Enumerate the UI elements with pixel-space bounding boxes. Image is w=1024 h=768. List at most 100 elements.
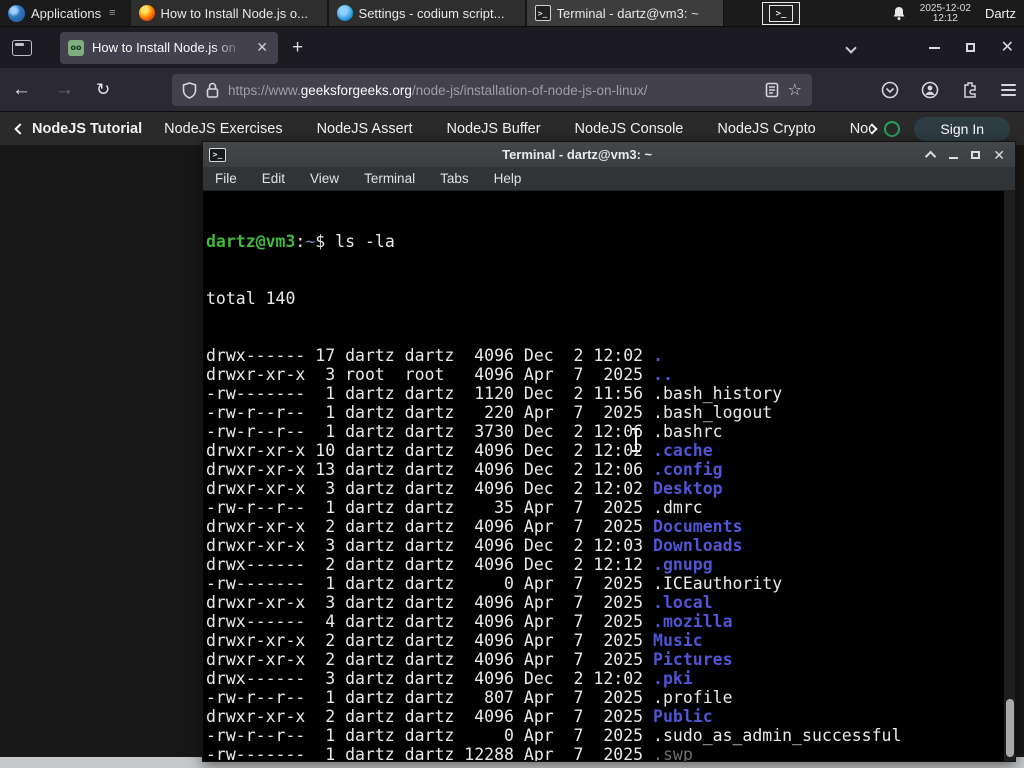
prompt-colon: : <box>295 232 306 251</box>
file-name: .bash_logout <box>653 403 773 422</box>
terminal-line: -rw-r--r-- 1 dartz dartz 220 Apr 7 2025 … <box>206 403 1001 422</box>
file-meta: -rw-r--r-- 1 dartz dartz 0 Apr 7 2025 <box>206 726 654 745</box>
taskbar-window-title: Settings - codium script... <box>358 5 505 21</box>
window-maximize-button[interactable] <box>965 43 975 52</box>
prompt-command: $ ls -la <box>315 232 395 251</box>
taskbar-window-title: Terminal - dartz@vm3: ~ <box>556 5 699 21</box>
terminal-line: drwxr-xr-x 13 dartz dartz 4096 Dec 2 12:… <box>206 460 1001 479</box>
terminal-menu-item[interactable]: Terminal <box>364 171 415 186</box>
extensions-icon[interactable] <box>961 81 979 99</box>
terminal-close-button[interactable]: ✕ <box>993 148 1005 162</box>
menu-hamburger-icon[interactable] <box>1001 84 1016 96</box>
taskbar-window-button[interactable]: How to Install Node.js o... <box>129 0 328 26</box>
shield-icon[interactable] <box>182 81 197 99</box>
reload-icon[interactable]: ↻ <box>86 80 120 100</box>
file-name: Desktop <box>653 479 723 498</box>
total-line: total 140 <box>206 289 296 308</box>
terminal-tray-icon: >_ <box>769 5 793 22</box>
clock-date: 2025-12-02 <box>919 2 971 14</box>
prompt-line: dartz@vm3:~$ ls -la <box>206 232 1001 251</box>
tab-title: How to Install Node.js on <box>92 40 236 55</box>
terminal-menu-item[interactable]: File <box>215 171 237 186</box>
terminal-scrollbar[interactable] <box>1004 191 1015 761</box>
session-user-label[interactable]: Dartz <box>985 6 1016 21</box>
window-minimize-button[interactable] <box>928 46 940 49</box>
gfg-nav-item[interactable]: NodeJS Assert <box>317 121 413 137</box>
terminal-line: drwxr-xr-x 3 dartz dartz 4096 Dec 2 12:0… <box>206 479 1001 498</box>
file-meta: -rw-r--r-- 1 dartz dartz 35 Apr 7 2025 <box>206 498 654 517</box>
gfg-nav-back[interactable]: NodeJS Tutorial <box>32 121 142 137</box>
taskbar-window-button[interactable]: Settings - codium script... <box>327 0 526 26</box>
taskbar-window-buttons: How to Install Node.js o... Settings - co… <box>129 0 724 26</box>
terminal-menubar: File Edit View Terminal Tabs Help <box>203 167 1015 191</box>
file-name: .config <box>653 460 723 479</box>
prompt-user-host: dartz@vm3 <box>206 232 296 251</box>
nav-back-chevron-icon[interactable] <box>14 122 26 135</box>
gfg-favicon: oo <box>68 39 84 56</box>
terminal-line: -rw-r--r-- 1 dartz dartz 3730 Dec 2 12:0… <box>206 422 1001 441</box>
window-close-button[interactable]: ✕ <box>1001 39 1014 56</box>
desktop: Applications ≡ How to Install Node.js o.… <box>0 0 1024 768</box>
terminal-body[interactable]: dartz@vm3:~$ ls -la total 140 drwx------… <box>203 191 1015 761</box>
file-name: . <box>653 346 663 365</box>
clock[interactable]: 2025-12-02 12:12 <box>919 2 971 24</box>
applications-menu-button[interactable]: Applications ≡ <box>0 0 124 26</box>
tray-terminal-launcher[interactable]: >_ <box>762 2 800 25</box>
gfg-nav-item[interactable]: NodeJS Buffer <box>447 121 541 137</box>
file-meta: drwx------ 2 dartz dartz 4096 Dec 2 12:1… <box>206 555 654 574</box>
gfg-search-icon[interactable] <box>884 120 901 137</box>
terminal-menu-item[interactable]: Tabs <box>440 171 469 186</box>
file-meta: drwxr-xr-x 3 dartz dartz 4096 Apr 7 2025 <box>206 593 654 612</box>
notification-bell-icon[interactable] <box>892 6 906 21</box>
bookmark-star-icon[interactable]: ☆ <box>788 80 802 100</box>
lock-icon[interactable] <box>206 82 219 98</box>
terminal-line: drwxr-xr-x 2 dartz dartz 4096 Apr 7 2025… <box>206 517 1001 536</box>
codium-icon <box>336 5 353 21</box>
terminal-line: -rw-r--r-- 1 dartz dartz 0 Apr 7 2025 .s… <box>206 726 1001 745</box>
firefox-view-icon[interactable] <box>12 39 32 56</box>
file-meta: drwxr-xr-x 2 dartz dartz 4096 Apr 7 2025 <box>206 707 654 726</box>
file-meta: -rw-r--r-- 1 dartz dartz 220 Apr 7 2025 <box>206 403 654 422</box>
terminal-menu-item[interactable]: View <box>310 171 339 186</box>
pocket-icon[interactable] <box>881 81 899 99</box>
gfg-nav-item[interactable]: NodeJS Console <box>575 121 684 137</box>
terminal-output: drwx------ 17 dartz dartz 4096 Dec 2 12:… <box>206 346 1001 761</box>
taskbar-window-button[interactable]: >_ Terminal - dartz@vm3: ~ <box>525 0 724 26</box>
gfg-nav-item[interactable]: NodeJS Exercises <box>164 121 282 137</box>
terminal-scrollbar-thumb[interactable] <box>1006 699 1014 757</box>
tabbar-window-controls: ✕ <box>844 27 1018 68</box>
terminal-menu-item[interactable]: Help <box>494 171 522 186</box>
new-tab-button[interactable]: + <box>292 37 303 59</box>
terminal-line: drwxr-xr-x 2 dartz dartz 4096 Apr 7 2025… <box>206 650 1001 669</box>
account-icon[interactable] <box>921 81 939 99</box>
file-name: Pictures <box>653 650 733 669</box>
url-prefix: https://www. <box>228 82 301 98</box>
tab-close-icon[interactable]: ✕ <box>254 39 270 56</box>
url-bar[interactable]: https://www.geeksforgeeks.org/node-js/in… <box>172 74 812 106</box>
terminal-maximize-button[interactable] <box>971 150 981 159</box>
file-meta: -rw------- 1 dartz dartz 1120 Dec 2 11:5… <box>206 384 654 403</box>
menu-lines-icon: ≡ <box>109 7 116 19</box>
file-name: .ICEauthority <box>653 574 783 593</box>
terminal-menu-item[interactable]: Edit <box>262 171 285 186</box>
file-name: .dmrc <box>653 498 703 517</box>
forward-icon[interactable]: → <box>43 79 86 101</box>
gfg-nav-item[interactable]: NodeJS Crypto <box>717 121 815 137</box>
file-name: .. <box>653 365 673 384</box>
sign-in-button[interactable]: Sign In <box>914 116 1010 141</box>
terminal-titlebar[interactable]: >_ Terminal - dartz@vm3: ~ ✕ <box>203 142 1015 167</box>
terminal-line: -rw------- 1 dartz dartz 12288 Apr 7 202… <box>206 745 1001 761</box>
terminal-line: drwxr-xr-x 3 dartz dartz 4096 Apr 7 2025… <box>206 593 1001 612</box>
reader-mode-icon[interactable] <box>765 82 779 98</box>
file-meta: -rw-r--r-- 1 dartz dartz 3730 Dec 2 12:0… <box>206 422 654 441</box>
terminal-line: -rw------- 1 dartz dartz 1120 Dec 2 11:5… <box>206 384 1001 403</box>
file-meta: drwxr-xr-x 3 dartz dartz 4096 Dec 2 12:0… <box>206 536 654 555</box>
terminal-minimize-button[interactable] <box>949 156 959 159</box>
back-icon[interactable]: ← <box>0 79 43 101</box>
browser-tab-active[interactable]: oo How to Install Node.js on ✕ <box>60 31 278 64</box>
list-all-tabs-icon[interactable] <box>844 41 857 54</box>
file-meta: -rw------- 1 dartz dartz 12288 Apr 7 202… <box>206 745 654 761</box>
file-name: Downloads <box>653 536 743 555</box>
xubuntu-logo-icon <box>8 4 25 22</box>
terminal-line: -rw-r--r-- 1 dartz dartz 35 Apr 7 2025 .… <box>206 498 1001 517</box>
